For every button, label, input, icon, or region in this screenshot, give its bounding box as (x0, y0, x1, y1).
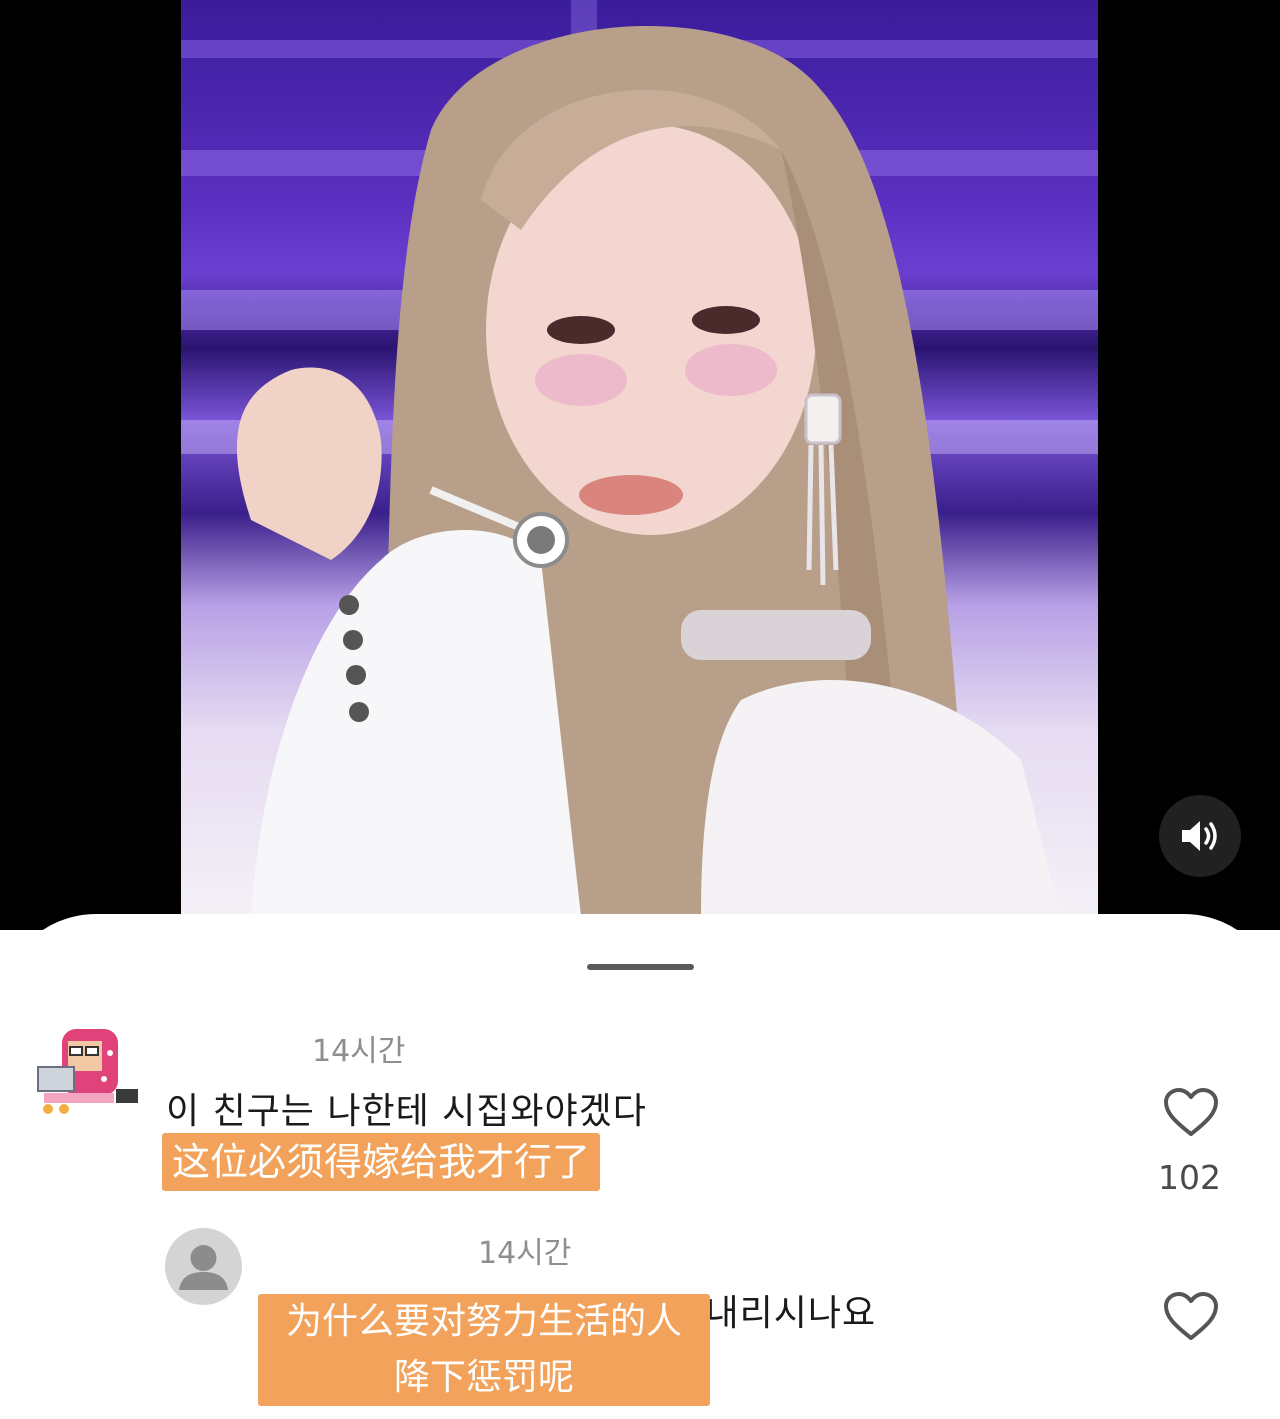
performer-image (181, 0, 1098, 916)
pixel-character-avatar-icon (37, 1029, 138, 1114)
video-player[interactable] (181, 0, 1098, 916)
sound-toggle-button[interactable] (1159, 795, 1241, 877)
heart-icon (1164, 1292, 1218, 1340)
speaker-volume-icon (1182, 821, 1217, 851)
comment-text: 이 친구는 나한테 시집와야겠다 (166, 1091, 647, 1132)
comment-timestamp: 14시간 (478, 1236, 572, 1271)
translation-caption: 这位必须得嫁给我才行了 (162, 1133, 601, 1191)
heart-icon (1164, 1088, 1218, 1136)
like-button[interactable] (1163, 1087, 1219, 1139)
translation-caption: 为什么要对努力生活的人 降下惩罚呢 (258, 1294, 710, 1406)
default-user-avatar-icon (179, 1245, 228, 1290)
translation-line: 降下惩罚呢 (393, 1357, 574, 1398)
commenter-avatar[interactable] (34, 1023, 142, 1119)
comment-timestamp: 14시간 (312, 1034, 406, 1069)
sheet-drag-handle[interactable] (587, 964, 694, 970)
like-count: 102 (1158, 1158, 1221, 1197)
translation-line: 为什么要对努力生活的人 (285, 1301, 682, 1342)
commenter-avatar[interactable] (165, 1228, 242, 1305)
like-button[interactable] (1163, 1291, 1219, 1343)
